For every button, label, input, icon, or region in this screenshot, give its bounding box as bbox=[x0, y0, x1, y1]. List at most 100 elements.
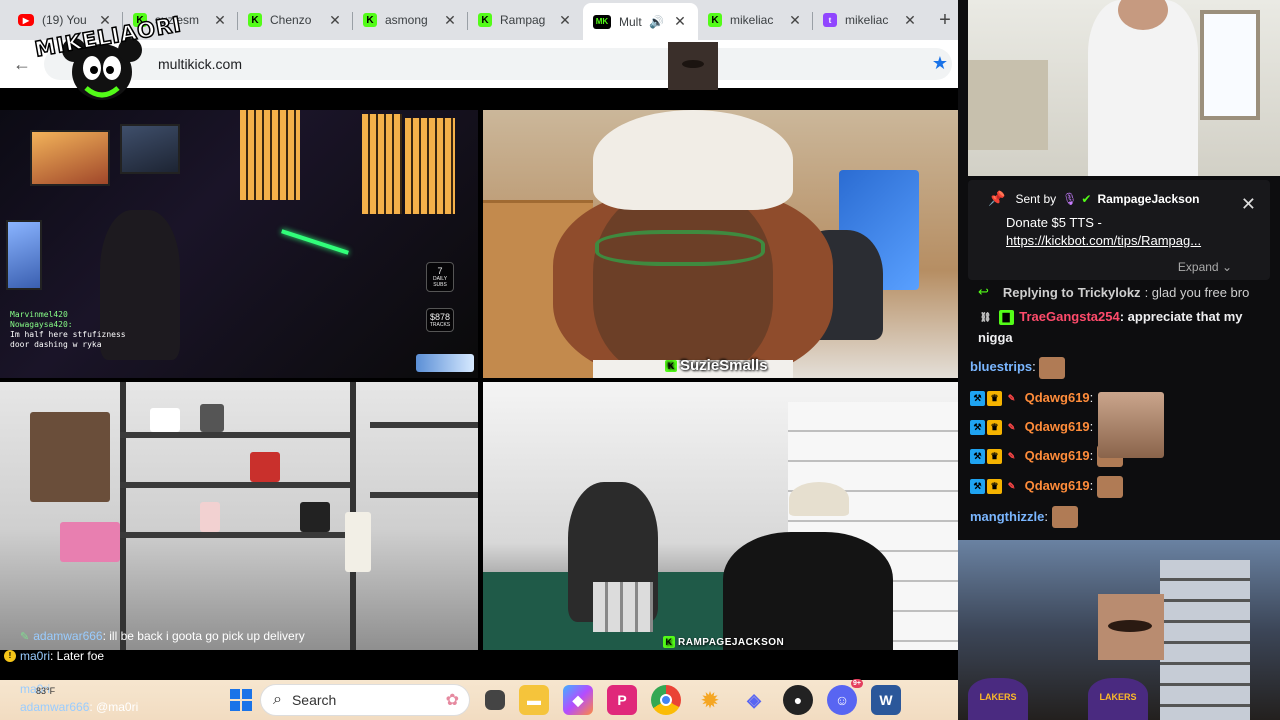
beanie bbox=[593, 110, 793, 210]
subscriber-badge-icon: ✎ bbox=[1007, 450, 1016, 461]
address-bar[interactable]: multikick.com ★ bbox=[44, 48, 952, 80]
streamer-name: SuzieSmalls bbox=[680, 357, 768, 374]
chat-username: adamwar666 bbox=[20, 700, 90, 714]
moderator-badge-icon: ⚒ bbox=[970, 448, 985, 464]
search-icon: ⌕ bbox=[273, 691, 282, 708]
chat-text: : bbox=[1089, 418, 1094, 434]
chevron-down-icon: ⌄ bbox=[1221, 260, 1232, 274]
chat-text: : @ma0ri bbox=[89, 700, 139, 714]
monitor-screen bbox=[30, 130, 110, 186]
product bbox=[250, 452, 280, 482]
tab-rampage[interactable]: K Rampag ✕ bbox=[468, 3, 583, 37]
chat-username: ma0ri bbox=[20, 682, 51, 696]
shelf bbox=[120, 532, 350, 538]
tab-mikeliaori-twitch[interactable]: t mikeliac ✕ bbox=[813, 3, 928, 37]
windows-taskbar: ma0ri adamwar666: @ma0ri 83°F ⌕ Search ✿… bbox=[0, 679, 958, 720]
expand-button[interactable]: Expand ⌄ bbox=[1178, 260, 1232, 274]
tab-asmongold[interactable]: K asmong ✕ bbox=[353, 3, 468, 37]
picsart-icon[interactable]: P bbox=[607, 685, 637, 715]
close-icon[interactable]: ✕ bbox=[787, 12, 803, 29]
stream-tile-1[interactable]: 7 DAILY SUBS $878 TRACKS Marvinmel420 No… bbox=[0, 110, 478, 378]
shelf bbox=[370, 422, 478, 428]
webcam-thumbnail bbox=[668, 42, 718, 90]
close-icon[interactable]: ✕ bbox=[442, 12, 458, 29]
stream-tile-3[interactable] bbox=[0, 382, 478, 650]
chat-text: : bbox=[1089, 447, 1094, 463]
bookmark-star-icon[interactable]: ★ bbox=[932, 53, 948, 74]
lakers-cap: LAKERS bbox=[1088, 678, 1148, 720]
tab-multikick[interactable]: MK Mult 🔊 ✕ bbox=[583, 3, 698, 40]
close-icon[interactable]: ✕ bbox=[902, 12, 918, 29]
stream-tile-rampagejackson[interactable]: K RAMPAGEJACKSON bbox=[483, 382, 958, 650]
subscriber-badge-icon: ✎ bbox=[1007, 421, 1016, 432]
shelf-items bbox=[30, 412, 110, 502]
chat-username[interactable]: mangthizzle bbox=[970, 509, 1044, 524]
crown-badge-icon: ♛ bbox=[987, 419, 1002, 435]
stat-counter-money: $878 TRACKS bbox=[426, 308, 454, 332]
kick-icon: K bbox=[478, 13, 492, 27]
badge-icon: ! bbox=[4, 650, 16, 662]
copilot-icon[interactable]: ◆ bbox=[563, 685, 593, 715]
chat-username: adamwar666 bbox=[33, 629, 103, 643]
kick-app-icon[interactable]: ◈ bbox=[739, 685, 769, 715]
chat-username[interactable]: Qdawg619 bbox=[1025, 390, 1090, 405]
task-view-icon[interactable] bbox=[485, 690, 505, 710]
close-icon[interactable]: ✕ bbox=[557, 12, 573, 29]
chat-text: : ill be back i goota go pick up deliver… bbox=[102, 629, 305, 643]
stat-value: 7 bbox=[437, 266, 443, 276]
chat-username[interactable]: Qdawg619 bbox=[1025, 478, 1090, 493]
chat-message: ⚒ ♛ ✎ Qdawg619: bbox=[968, 471, 1280, 502]
tab-title: Rampag bbox=[500, 13, 546, 27]
chrome-icon[interactable] bbox=[651, 685, 681, 715]
multistream-grid: 7 DAILY SUBS $878 TRACKS Marvinmel420 No… bbox=[0, 88, 968, 680]
windows-start-icon[interactable] bbox=[230, 689, 252, 711]
discord-icon[interactable]: ☺ 9+ bbox=[827, 679, 863, 715]
kick-icon: K bbox=[248, 13, 262, 27]
verified-badge-icon: ✔ bbox=[1081, 191, 1092, 206]
close-icon[interactable]: ✕ bbox=[672, 13, 688, 30]
taskbar-chat-overlay: ma0ri adamwar666: @ma0ri 83°F bbox=[0, 680, 230, 716]
chat-username[interactable]: bluestrips bbox=[970, 359, 1032, 374]
kick-icon: K bbox=[663, 636, 675, 648]
close-icon[interactable]: ✕ bbox=[212, 12, 228, 29]
kick-icon: K bbox=[665, 359, 677, 372]
chat-username[interactable]: TraeGangsta254 bbox=[1019, 309, 1119, 324]
emote-image bbox=[1096, 475, 1123, 498]
brightness-icon[interactable]: ✹ bbox=[695, 685, 725, 715]
chat-text: : Later foe bbox=[50, 649, 105, 663]
stream-tile-suziesmalls[interactable]: K SuzieSmalls bbox=[483, 110, 958, 378]
reply-user[interactable]: Trickylokz bbox=[1078, 285, 1141, 300]
shoe-rack bbox=[1160, 560, 1250, 720]
chat-message: ⛓ ▇ TraeGangsta254: appreciate that my n… bbox=[968, 302, 1280, 352]
window-blind bbox=[240, 110, 300, 200]
search-placeholder: Search bbox=[291, 692, 337, 708]
chat-username[interactable]: Qdawg619 bbox=[1025, 419, 1090, 434]
chat-text: : bbox=[1044, 508, 1049, 524]
tab-mikeliaori-kick[interactable]: K mikeliac ✕ bbox=[698, 3, 813, 37]
tab-chenzo[interactable]: K Chenzo ✕ bbox=[238, 3, 353, 37]
crown-badge-icon: ♛ bbox=[987, 390, 1002, 406]
microphone-icon: 🎙 bbox=[1062, 191, 1078, 206]
large-emote-image bbox=[1098, 392, 1164, 458]
overlay-chat: ✎ adamwar666 : ill be back i goota go pi… bbox=[0, 626, 478, 666]
emote-image bbox=[1051, 506, 1078, 529]
close-icon[interactable]: ✕ bbox=[1241, 194, 1256, 215]
obs-icon[interactable]: ● bbox=[783, 685, 813, 715]
chat-username[interactable]: Qdawg619 bbox=[1025, 448, 1090, 463]
speaker-icon[interactable]: 🔊 bbox=[649, 15, 664, 29]
word-icon[interactable]: W bbox=[871, 685, 901, 715]
new-tab-button[interactable]: + bbox=[928, 9, 962, 32]
sender-username[interactable]: RampageJackson bbox=[1097, 192, 1199, 206]
reply-arrow-icon: ↩ bbox=[978, 284, 989, 299]
taskbar-search[interactable]: ⌕ Search ✿ bbox=[260, 684, 470, 716]
mini-chat-line: Nowagaysa420: bbox=[10, 320, 73, 329]
streamer-name-tag: K RAMPAGEJACKSON bbox=[663, 636, 784, 648]
product bbox=[200, 404, 224, 432]
tip-link[interactable]: https://kickbot.com/tips/Rampag... bbox=[1006, 233, 1258, 248]
close-icon[interactable]: ✕ bbox=[327, 12, 343, 29]
file-explorer-icon[interactable]: ▬ bbox=[519, 685, 549, 715]
product bbox=[150, 408, 180, 432]
shelf bbox=[120, 482, 350, 488]
man-in-black bbox=[723, 532, 893, 650]
cherry-blossom-icon: ✿ bbox=[445, 692, 459, 709]
